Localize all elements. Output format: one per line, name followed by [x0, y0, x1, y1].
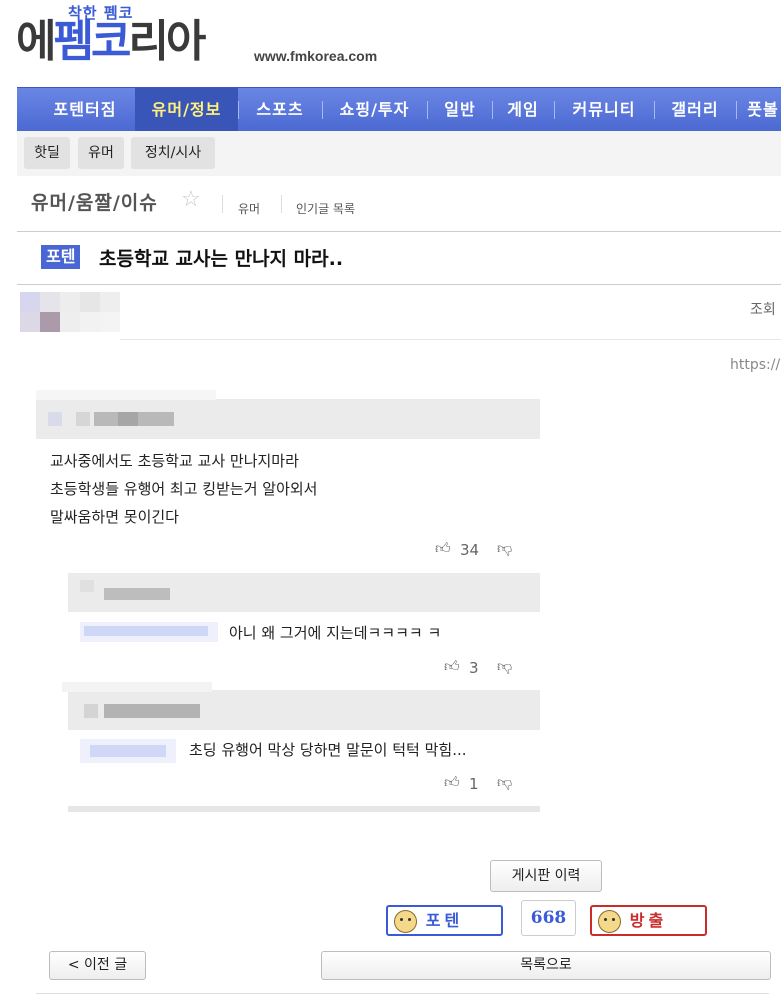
poten-label: 포텐	[425, 911, 464, 930]
reply-text: 아니 왜 그거에 지는데ㅋㅋㅋㅋ ㅋ	[229, 624, 442, 642]
thumbs-down-icon[interactable]: 👎︎	[497, 539, 512, 558]
thumbs-up-icon[interactable]: 👍︎	[444, 773, 460, 792]
prev-post-button[interactable]: < 이전 글	[49, 951, 146, 980]
commenter-avatar[interactable]	[80, 620, 218, 644]
nav-item-shopping[interactable]: 쇼핑/투자	[327, 88, 422, 131]
thumbs-up-icon[interactable]: 👍︎	[444, 657, 460, 676]
nav-item-humor[interactable]: 유머/정보	[135, 88, 238, 131]
comment-divider	[68, 806, 540, 812]
upvote-count: 3	[469, 659, 479, 677]
divider	[17, 284, 781, 285]
divider	[120, 339, 781, 340]
subnav-item-hotdeal[interactable]: 핫딜	[24, 137, 70, 169]
nav-item-football[interactable]: 풋볼	[739, 88, 781, 131]
upvote-count: 1	[469, 775, 479, 793]
commenter-avatar[interactable]	[36, 390, 216, 434]
commenter-avatar[interactable]	[62, 682, 212, 730]
commenter-avatar[interactable]	[76, 580, 176, 604]
upvote-count: 34	[460, 541, 480, 559]
poten-button[interactable]: 포텐	[386, 905, 503, 936]
list-button[interactable]: 목록으로	[321, 951, 771, 980]
comment-text: 교사중에서도 초등학교 교사 만나지마라 초등학생들 유행어 최고 킹받는거 알…	[50, 452, 318, 526]
bangchul-label: 방출	[629, 911, 668, 930]
nav-divider	[322, 101, 323, 119]
nav-divider	[654, 101, 655, 119]
nav-divider	[238, 101, 239, 119]
board-link-popular[interactable]: 인기글 목록	[296, 200, 355, 217]
post-url[interactable]: https://	[730, 357, 780, 373]
board-link-humor[interactable]: 유머	[238, 200, 260, 217]
post-title: 초등학교 교사는 만나지 마라..	[99, 248, 344, 270]
main-nav: 포텐터짐 유머/정보 스포츠 쇼핑/투자 일반 게임 커뮤니티 갤러리 풋볼	[17, 87, 781, 131]
reply-text: 초딩 유행어 막상 당하면 말문이 턱턱 막힘...	[189, 741, 467, 759]
nav-divider	[554, 101, 555, 119]
logo-url: www.fmkorea.com	[254, 48, 378, 64]
board-title[interactable]: 유머/움짤/이슈	[31, 188, 158, 215]
nav-item-game[interactable]: 게임	[497, 88, 549, 131]
board-history-button[interactable]: 게시판 이력	[490, 860, 602, 892]
logo-text-2: 펨코	[53, 16, 131, 67]
author-avatar[interactable]	[20, 292, 120, 332]
nav-divider	[492, 101, 493, 119]
divider	[17, 231, 781, 232]
views-label: 조회	[750, 302, 776, 318]
bangchul-button[interactable]: 방출	[590, 905, 707, 936]
nav-item-sports[interactable]: 스포츠	[243, 88, 317, 131]
recommend-count: 668	[521, 900, 576, 936]
thumbs-down-icon[interactable]: 👎︎	[497, 773, 512, 792]
commenter-avatar[interactable]	[80, 737, 176, 765]
post-badge: 포텐	[41, 245, 81, 269]
logo-text-1: 에	[16, 16, 57, 67]
nav-item-poten[interactable]: 포텐터짐	[35, 88, 135, 131]
subnav-item-politics[interactable]: 정치/시사	[131, 137, 215, 169]
star-icon[interactable]: ☆	[181, 187, 201, 212]
nav-item-community[interactable]: 커뮤니티	[559, 88, 649, 131]
thumbs-down-icon[interactable]: 👎︎	[497, 657, 512, 676]
divider	[36, 993, 769, 994]
subnav-item-humor[interactable]: 유머	[78, 137, 124, 169]
nav-divider	[736, 101, 737, 119]
nav-item-general[interactable]: 일반	[432, 88, 488, 131]
thumbs-up-icon[interactable]: 👍︎	[435, 539, 451, 558]
site-logo[interactable]: 에펨코리아	[16, 14, 206, 70]
nav-divider	[427, 101, 428, 119]
logo-text-3: 리아	[128, 16, 206, 67]
divider	[222, 195, 223, 213]
divider	[281, 195, 282, 213]
nav-item-gallery[interactable]: 갤러리	[659, 88, 731, 131]
